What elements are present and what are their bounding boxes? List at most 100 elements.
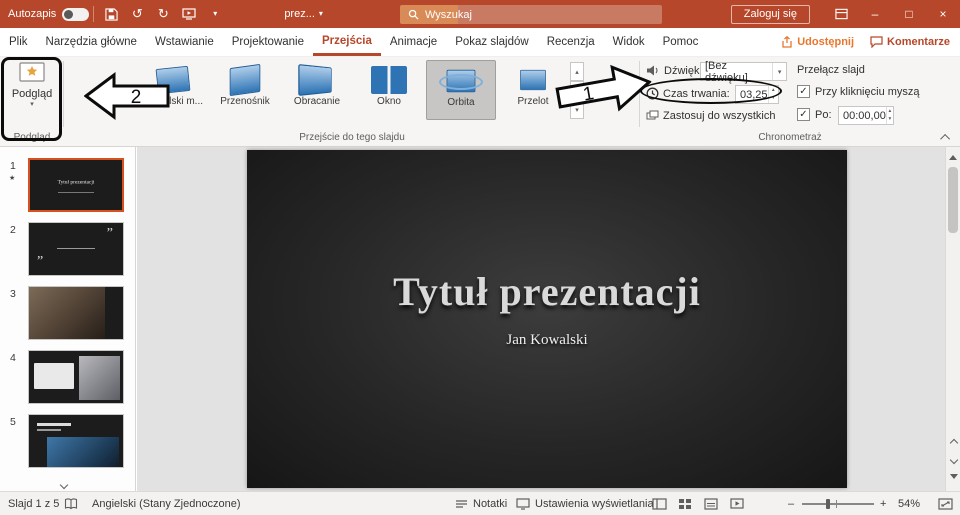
autosave-toggle[interactable]: [62, 8, 89, 21]
share-icon: [781, 36, 793, 48]
thumbnail-title-line: [37, 423, 71, 426]
save-icon: [105, 8, 118, 21]
slide-subtitle[interactable]: Jan Kowalski: [247, 332, 847, 349]
after-spinner[interactable]: 00:00,00 ▴ ▾: [838, 106, 894, 125]
thumbnail-number: 4: [10, 352, 16, 364]
ribbon-display-options-button[interactable]: [824, 0, 858, 28]
close-button[interactable]: ×: [926, 0, 960, 28]
view-normal-button[interactable]: [652, 492, 667, 515]
annotation-arrow-2: 2: [84, 72, 170, 120]
tab-narzedzia-glowne[interactable]: Narzędzia główne: [37, 28, 146, 56]
next-slide-button[interactable]: [946, 452, 960, 467]
thumbnail-subtitle-line: [58, 192, 95, 193]
tab-pomoc[interactable]: Pomoc: [654, 28, 708, 56]
maximize-button[interactable]: □: [892, 0, 926, 28]
zoom-level[interactable]: 54%: [898, 492, 920, 515]
comments-button[interactable]: Komentarze: [870, 36, 950, 48]
on-click-row: ✓ Przy kliknięciu myszą: [797, 85, 920, 98]
fit-to-window-button[interactable]: [938, 492, 953, 515]
zoom-slider[interactable]: [802, 503, 874, 505]
tabs-right-actions: Udostępnij Komentarze: [781, 28, 960, 56]
quote-icon: ”: [37, 255, 43, 269]
scroll-up-icon[interactable]: [949, 151, 957, 160]
slide-canvas[interactable]: Tytuł prezentacji Jan Kowalski: [247, 150, 847, 488]
document-title[interactable]: prez... ▾: [284, 8, 323, 20]
proofing-button[interactable]: [64, 492, 78, 515]
after-row: ✓ Po:: [797, 108, 832, 121]
chevron-down-icon[interactable]: ▾: [772, 63, 786, 80]
chevron-down-icon: ▾: [213, 10, 217, 18]
tab-widok[interactable]: Widok: [604, 28, 654, 56]
zoom-slider-tick: [836, 500, 837, 508]
view-slide-sorter-button[interactable]: [678, 492, 692, 515]
display-settings-label: Ustawienia wyświetlania: [535, 498, 654, 510]
redo-button[interactable]: ↻: [150, 1, 176, 27]
start-presentation-button[interactable]: [176, 1, 202, 27]
slide-thumbnail-3[interactable]: [28, 286, 124, 340]
minimize-button[interactable]: –: [858, 0, 892, 28]
sound-label: Dźwięk:: [664, 65, 703, 77]
transition-icon-orbit: [443, 67, 479, 95]
notes-button[interactable]: Notatki: [455, 492, 507, 515]
slide-thumbnail-2[interactable]: ” ”: [28, 222, 124, 276]
slide-thumbnail-1[interactable]: Tytuł prezentacji: [28, 158, 124, 212]
after-checkbox[interactable]: ✓: [797, 108, 810, 121]
collapse-ribbon-button[interactable]: [938, 129, 954, 145]
scroll-down-button[interactable]: [946, 471, 960, 486]
spin-down-icon[interactable]: ▾: [887, 116, 893, 125]
chevron-up-icon: [949, 438, 957, 446]
tab-przejscia[interactable]: Przejścia: [313, 28, 381, 56]
editor-scrollbar[interactable]: [945, 147, 960, 491]
sign-in-button[interactable]: Zaloguj się: [731, 5, 810, 24]
zoom-in-button[interactable]: +: [880, 492, 886, 515]
tab-projektowanie[interactable]: Projektowanie: [223, 28, 313, 56]
quick-access-more-button[interactable]: ▾: [202, 1, 228, 27]
on-click-checkbox[interactable]: ✓: [797, 85, 810, 98]
check-icon: ✓: [799, 109, 807, 120]
transition-item-przenosnik[interactable]: Przenośnik: [210, 60, 280, 120]
reading-view-icon: [704, 498, 718, 510]
slide-thumbnail-5[interactable]: [28, 414, 124, 468]
search-box[interactable]: Wyszukaj: [400, 5, 662, 24]
display-settings-button[interactable]: Ustawienia wyświetlania: [516, 492, 654, 515]
transition-icon-fly-through: [515, 66, 551, 94]
quote-text-line: [57, 248, 95, 249]
thumbnail-text-card: [34, 363, 74, 389]
zoom-out-button[interactable]: –: [788, 492, 794, 515]
transition-item-orbita[interactable]: Orbita: [426, 60, 496, 120]
language-status[interactable]: Angielski (Stany Zjednoczone): [92, 492, 241, 515]
previous-slide-button[interactable]: [946, 435, 960, 450]
share-button[interactable]: Udostępnij: [781, 36, 854, 48]
apply-to-all-button[interactable]: Zastosuj do wszystkich: [646, 110, 775, 122]
tab-pokaz-slajdow[interactable]: Pokaz slajdów: [446, 28, 538, 56]
save-button[interactable]: [98, 1, 124, 27]
tab-plik[interactable]: Plik: [0, 28, 37, 56]
chevron-up-icon: [940, 133, 950, 143]
view-slideshow-button[interactable]: [730, 492, 744, 515]
comments-label: Komentarze: [887, 36, 950, 48]
panel-scroll-down-button[interactable]: [58, 481, 70, 489]
transition-icon-rotate: [299, 66, 335, 94]
transition-item-okno[interactable]: Okno: [354, 60, 424, 120]
slide-editor-area: Tytuł prezentacji Jan Kowalski: [137, 147, 945, 491]
undo-button[interactable]: ↺: [124, 1, 150, 27]
scrollbar-thumb[interactable]: [948, 167, 958, 233]
spin-up-icon[interactable]: ▴: [887, 107, 893, 116]
view-reading-button[interactable]: [704, 492, 718, 515]
apply-all-icon: [646, 110, 659, 122]
spinner-arrows[interactable]: ▴ ▾: [886, 107, 893, 124]
advance-heading: Przełącz slajd: [797, 64, 865, 76]
toggle-knob: [64, 10, 73, 19]
scroll-down-icon: [950, 474, 958, 483]
transition-item-obracanie[interactable]: Obracanie: [282, 60, 352, 120]
tab-recenzja[interactable]: Recenzja: [538, 28, 604, 56]
undo-icon: ↺: [132, 6, 143, 22]
transition-icon-window: [371, 66, 407, 94]
tab-animacje[interactable]: Animacje: [381, 28, 446, 56]
slide-counter[interactable]: Slajd 1 z 5: [8, 492, 59, 515]
zoom-slider-thumb[interactable]: [826, 499, 830, 509]
tab-wstawianie[interactable]: Wstawianie: [146, 28, 223, 56]
slide-thumbnail-4[interactable]: [28, 350, 124, 404]
slide-title[interactable]: Tytuł prezentacji: [247, 268, 847, 315]
redo-icon: ↻: [158, 6, 169, 22]
